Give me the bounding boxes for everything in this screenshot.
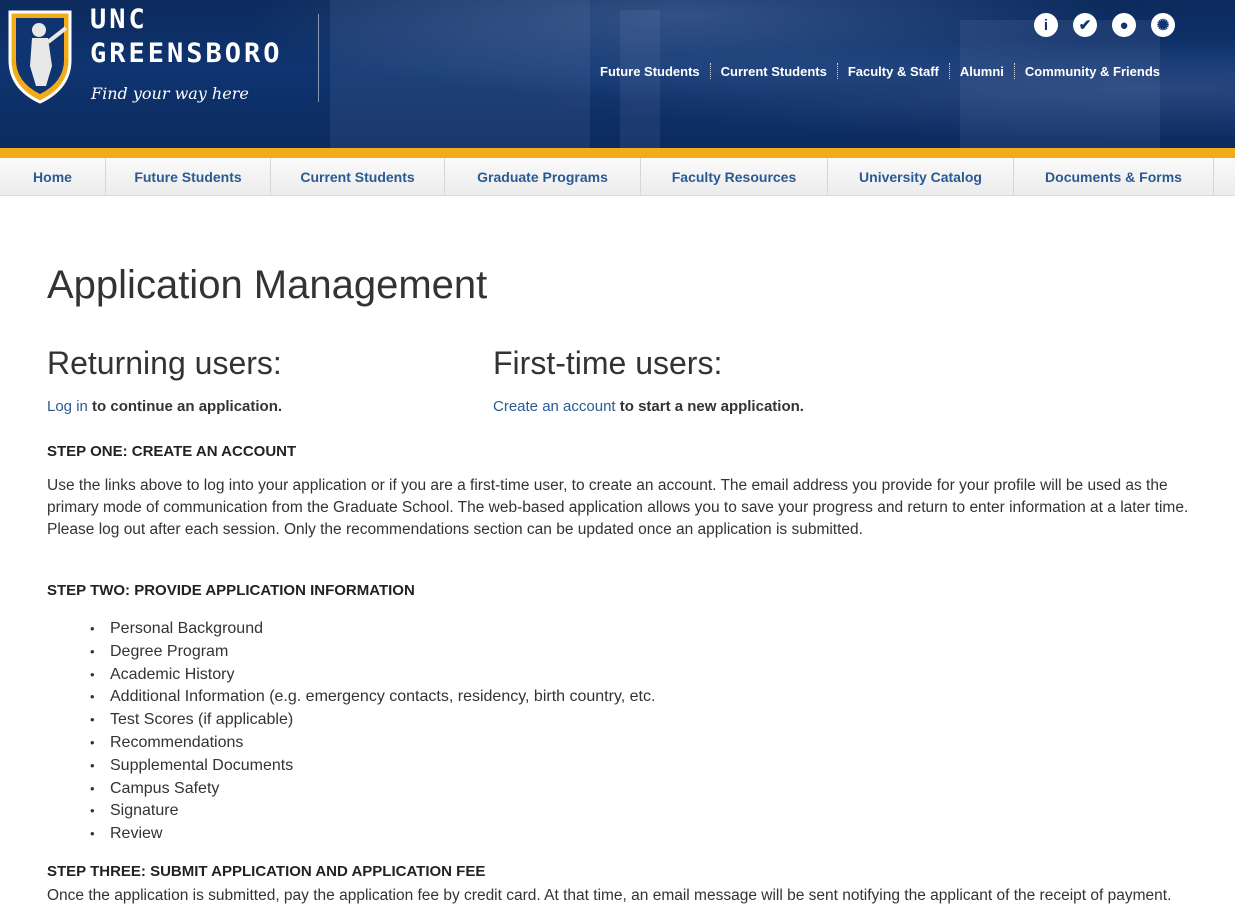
audience-link-community-friends[interactable]: Community & Friends bbox=[1025, 64, 1160, 79]
brand-divider bbox=[318, 14, 319, 102]
list-item: Academic History bbox=[90, 664, 655, 687]
returning-users-heading: Returning users: bbox=[47, 345, 282, 381]
list-item: Supplemental Documents bbox=[90, 755, 655, 778]
audience-nav-separator bbox=[836, 63, 838, 79]
check-icon[interactable]: ✔ bbox=[1073, 13, 1097, 37]
list-item: Degree Program bbox=[90, 641, 655, 664]
step-one-body: Use the links above to log into your app… bbox=[47, 477, 1189, 538]
step-two-heading: STEP TWO: PROVIDE APPLICATION INFORMATIO… bbox=[47, 582, 415, 599]
section-nav: Home Future Students Current Students Gr… bbox=[0, 158, 1235, 196]
login-link[interactable]: Log in bbox=[47, 398, 88, 415]
header-background-building bbox=[960, 20, 1160, 148]
utility-icons: i ✔ ● ✺ bbox=[1034, 13, 1175, 37]
nav-item-documents-forms[interactable]: Documents & Forms bbox=[1014, 158, 1214, 195]
audience-nav-separator bbox=[948, 63, 950, 79]
page-title: Application Management bbox=[47, 263, 488, 307]
nav-item-current-students[interactable]: Current Students bbox=[271, 158, 445, 195]
site-header: UNC GREENSBORO Find your way here i ✔ ● … bbox=[0, 0, 1235, 148]
audience-nav-separator bbox=[709, 63, 711, 79]
step-one-heading: STEP ONE: CREATE AN ACCOUNT bbox=[47, 443, 297, 460]
nav-item-university-catalog[interactable]: University Catalog bbox=[828, 158, 1014, 195]
application-sections-list: Personal Background Degree Program Acade… bbox=[90, 618, 655, 846]
brand-tagline: Find your way here bbox=[91, 84, 249, 103]
brand-greensboro[interactable]: GREENSBORO bbox=[90, 38, 283, 69]
audience-link-current-students[interactable]: Current Students bbox=[721, 64, 827, 79]
create-account-link[interactable]: Create an account bbox=[493, 398, 616, 415]
step-three-heading: STEP THREE: SUBMIT APPLICATION AND APPLI… bbox=[47, 863, 486, 880]
returning-users-line: Log in to continue an application. bbox=[47, 398, 282, 415]
list-item: Recommendations bbox=[90, 732, 655, 755]
list-item: Signature bbox=[90, 800, 655, 823]
nav-item-graduate-programs[interactable]: Graduate Programs bbox=[445, 158, 641, 195]
list-item: Test Scores (if applicable) bbox=[90, 709, 655, 732]
audience-nav: Future Students Current Students Faculty… bbox=[600, 62, 1160, 80]
nav-item-home[interactable]: Home bbox=[0, 158, 106, 195]
first-time-users-heading: First-time users: bbox=[493, 345, 723, 381]
list-item: Campus Safety bbox=[90, 778, 655, 801]
list-item: Additional Information (e.g. emergency c… bbox=[90, 686, 655, 709]
header-background-building bbox=[330, 0, 590, 148]
info-icon[interactable]: i bbox=[1034, 13, 1058, 37]
audience-nav-separator bbox=[1013, 63, 1015, 79]
first-time-users-text: to start a new application. bbox=[615, 398, 804, 415]
audience-link-faculty-staff[interactable]: Faculty & Staff bbox=[848, 64, 939, 79]
audience-link-alumni[interactable]: Alumni bbox=[960, 64, 1004, 79]
brand-unc[interactable]: UNC bbox=[90, 4, 148, 35]
list-item: Review bbox=[90, 823, 655, 846]
first-time-users-line: Create an account to start a new applica… bbox=[493, 398, 804, 415]
returning-users-text: to continue an application. bbox=[87, 398, 283, 415]
spartan-shield-logo[interactable] bbox=[6, 8, 74, 104]
nav-item-faculty-resources[interactable]: Faculty Resources bbox=[641, 158, 828, 195]
step-three-body: Once the application is submitted, pay t… bbox=[47, 887, 1172, 904]
gold-accent-bar bbox=[0, 148, 1235, 158]
compass-icon[interactable]: ✺ bbox=[1151, 13, 1175, 37]
nav-item-future-students[interactable]: Future Students bbox=[106, 158, 271, 195]
list-item: Personal Background bbox=[90, 618, 655, 641]
user-icon[interactable]: ● bbox=[1112, 13, 1136, 37]
audience-link-future-students[interactable]: Future Students bbox=[600, 64, 700, 79]
